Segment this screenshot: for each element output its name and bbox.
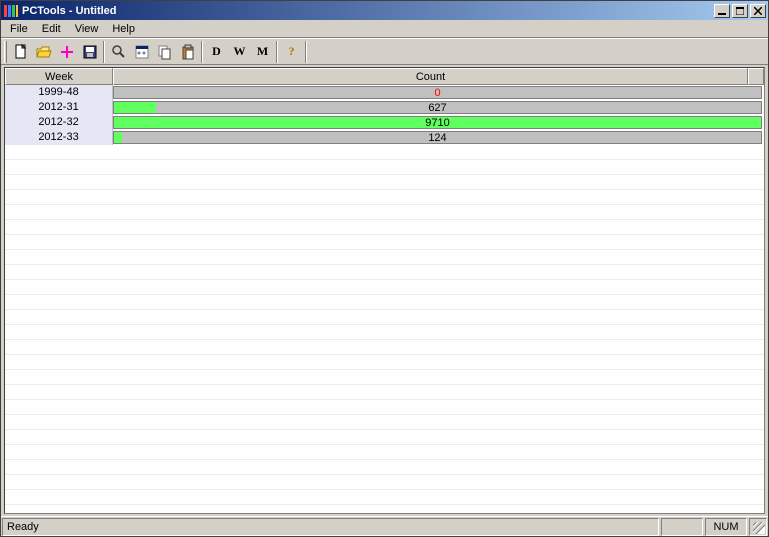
count-value: 0 — [114, 87, 761, 99]
empty-row — [5, 160, 764, 175]
main-area: Week Count 1999-4802012-316272012-329710… — [1, 65, 768, 516]
status-bar: Ready NUM — [1, 516, 768, 536]
table-row[interactable]: 1999-480 — [5, 85, 764, 100]
maximize-button[interactable] — [732, 4, 748, 18]
cell-count: 0 — [113, 86, 762, 99]
w-icon: W — [234, 44, 246, 59]
help-button[interactable]: ? — [280, 41, 303, 63]
title-bar: PCTools - Untitled — [1, 1, 768, 20]
empty-row — [5, 430, 764, 445]
empty-row — [5, 505, 764, 513]
listview[interactable]: Week Count 1999-4802012-316272012-329710… — [4, 67, 765, 514]
cell-week: 1999-48 — [5, 85, 113, 100]
count-value: 9710 — [114, 117, 761, 129]
table-row[interactable]: 2012-33124 — [5, 130, 764, 145]
save-button[interactable] — [78, 41, 101, 63]
menu-edit[interactable]: Edit — [35, 22, 68, 36]
empty-row — [5, 235, 764, 250]
empty-row — [5, 175, 764, 190]
toolbar-separator — [103, 41, 105, 63]
copy-button[interactable] — [153, 41, 176, 63]
status-pane-num: NUM — [705, 518, 747, 536]
status-pane-blank1 — [661, 518, 703, 536]
properties-button[interactable] — [130, 41, 153, 63]
listview-header: Week Count — [5, 68, 764, 85]
menu-help[interactable]: Help — [105, 22, 142, 36]
menu-bar: File Edit View Help — [1, 20, 768, 38]
d-icon: D — [212, 44, 221, 59]
table-row[interactable]: 2012-31627 — [5, 100, 764, 115]
toolbar-separator — [276, 41, 278, 63]
column-header-end[interactable] — [748, 68, 764, 85]
empty-row — [5, 400, 764, 415]
column-header-week[interactable]: Week — [5, 68, 113, 85]
empty-row — [5, 415, 764, 430]
empty-row — [5, 355, 764, 370]
window-title: PCTools - Untitled — [22, 5, 714, 17]
empty-row — [5, 145, 764, 160]
empty-row — [5, 310, 764, 325]
open-button[interactable] — [32, 41, 55, 63]
count-value: 627 — [114, 102, 761, 114]
empty-row — [5, 280, 764, 295]
add-button[interactable] — [55, 41, 78, 63]
paste-button[interactable] — [176, 41, 199, 63]
resize-grip[interactable] — [749, 518, 767, 536]
empty-row — [5, 295, 764, 310]
cell-count: 9710 — [113, 116, 762, 129]
listview-body[interactable]: 1999-4802012-316272012-3297102012-33124 — [5, 85, 764, 513]
empty-row — [5, 220, 764, 235]
cell-week: 2012-33 — [5, 130, 113, 145]
empty-row — [5, 370, 764, 385]
m-button[interactable]: M — [251, 41, 274, 63]
menu-file[interactable]: File — [3, 22, 35, 36]
d-button[interactable]: D — [205, 41, 228, 63]
help-icon: ? — [289, 44, 295, 59]
cell-week: 2012-32 — [5, 115, 113, 130]
toolbar-grip[interactable] — [4, 41, 7, 63]
empty-row — [5, 475, 764, 490]
empty-row — [5, 265, 764, 280]
w-button[interactable]: W — [228, 41, 251, 63]
close-button[interactable] — [750, 4, 766, 18]
count-value: 124 — [114, 132, 761, 144]
minimize-button[interactable] — [714, 4, 730, 18]
cell-week: 2012-31 — [5, 100, 113, 115]
m-icon: M — [257, 44, 268, 59]
empty-row — [5, 490, 764, 505]
find-button[interactable] — [107, 41, 130, 63]
empty-row — [5, 340, 764, 355]
toolbar-separator — [305, 41, 307, 63]
table-row[interactable]: 2012-329710 — [5, 115, 764, 130]
new-button[interactable] — [9, 41, 32, 63]
empty-row — [5, 445, 764, 460]
empty-row — [5, 250, 764, 265]
empty-row — [5, 385, 764, 400]
window-controls — [714, 4, 766, 18]
cell-count: 627 — [113, 101, 762, 114]
toolbar-separator — [201, 41, 203, 63]
cell-count: 124 — [113, 131, 762, 144]
empty-row — [5, 460, 764, 475]
toolbar: D W M ? — [1, 38, 768, 65]
app-icon — [3, 3, 19, 19]
empty-row — [5, 190, 764, 205]
empty-row — [5, 325, 764, 340]
empty-row — [5, 205, 764, 220]
status-text: Ready — [2, 518, 659, 536]
menu-view[interactable]: View — [68, 22, 106, 36]
column-header-count[interactable]: Count — [113, 68, 748, 85]
